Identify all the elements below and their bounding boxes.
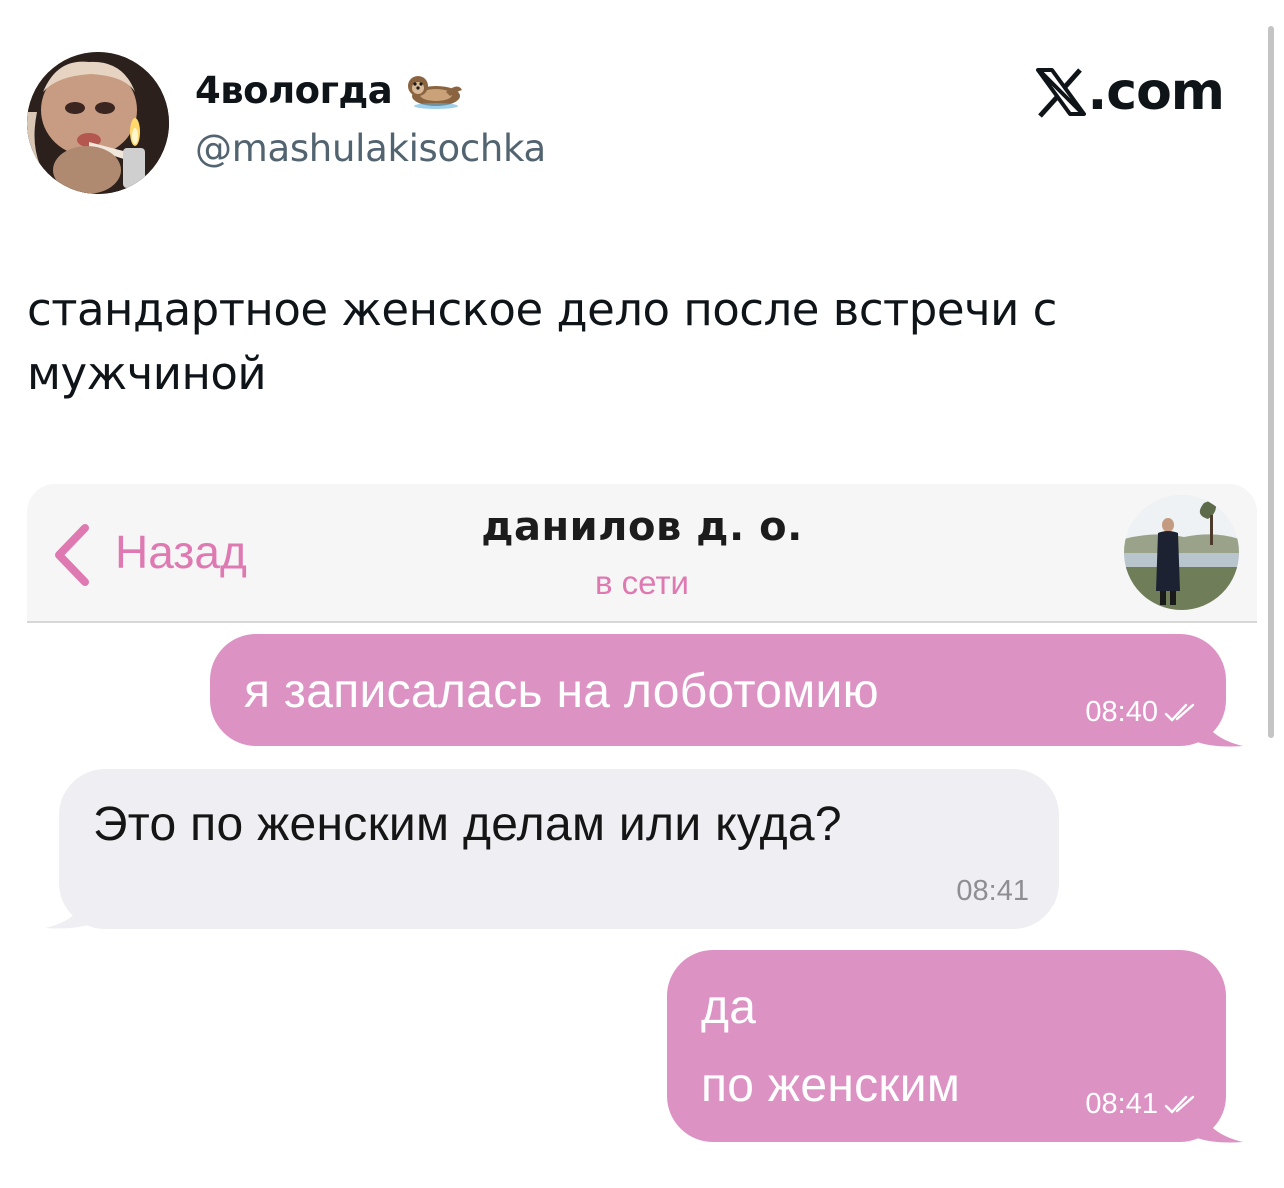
tweet-text: стандартное женское дело после встречи с… [27,283,1057,400]
message-time: 08:41 [956,875,1029,907]
message-text: да [701,981,757,1034]
site-brand-suffix: .com [1087,62,1225,122]
message-bubble-outgoing[interactable]: я записалась на лоботомию 08:40 [210,634,1226,746]
contact-photo [1124,495,1239,610]
message-text: я записалась на лоботомию [244,665,879,718]
message-text: Это по женским делам или куда? [93,798,842,851]
otter-icon [406,68,464,112]
bubble-tail [1197,1104,1243,1143]
back-button[interactable]: Назад [115,525,247,579]
author-handle[interactable]: @mashulakisochka [195,127,546,170]
contact-status: в сети [594,564,689,601]
message-time: 08:40 [1085,696,1158,728]
message-text: по женским [701,1059,961,1112]
message-bubble-incoming[interactable]: Это по женским делам или куда? 08:41 [59,769,1059,929]
contact-name[interactable]: данилов д. о. [327,504,957,550]
double-check-icon [1164,703,1195,722]
message-meta: 08:40 [1085,696,1200,729]
double-check-icon [1164,1095,1195,1114]
display-name[interactable]: 4вологда [195,69,393,112]
bubble-tail [1197,708,1243,747]
author-avatar[interactable] [27,52,169,194]
site-brand[interactable]: .com [1035,62,1225,122]
display-name-row[interactable]: 4вологда [195,68,464,112]
message-meta: 08:41 [1085,1088,1200,1121]
message-meta: 08:41 [956,875,1029,908]
contact-avatar[interactable] [1124,495,1239,610]
back-chevron-icon[interactable] [51,524,91,586]
chat-header: Назад данилов д. о. в сети [27,484,1257,623]
message-time: 08:41 [1085,1088,1158,1120]
message-bubble-outgoing[interactable]: да по женским 08:41 [667,950,1226,1142]
avatar-image [27,52,169,194]
scrollbar[interactable] [1268,26,1274,738]
x-logo-icon [1035,66,1086,118]
bubble-tail [45,890,91,929]
attached-chat-screenshot[interactable]: Назад данилов д. о. в сети я записалась … [27,484,1257,1188]
